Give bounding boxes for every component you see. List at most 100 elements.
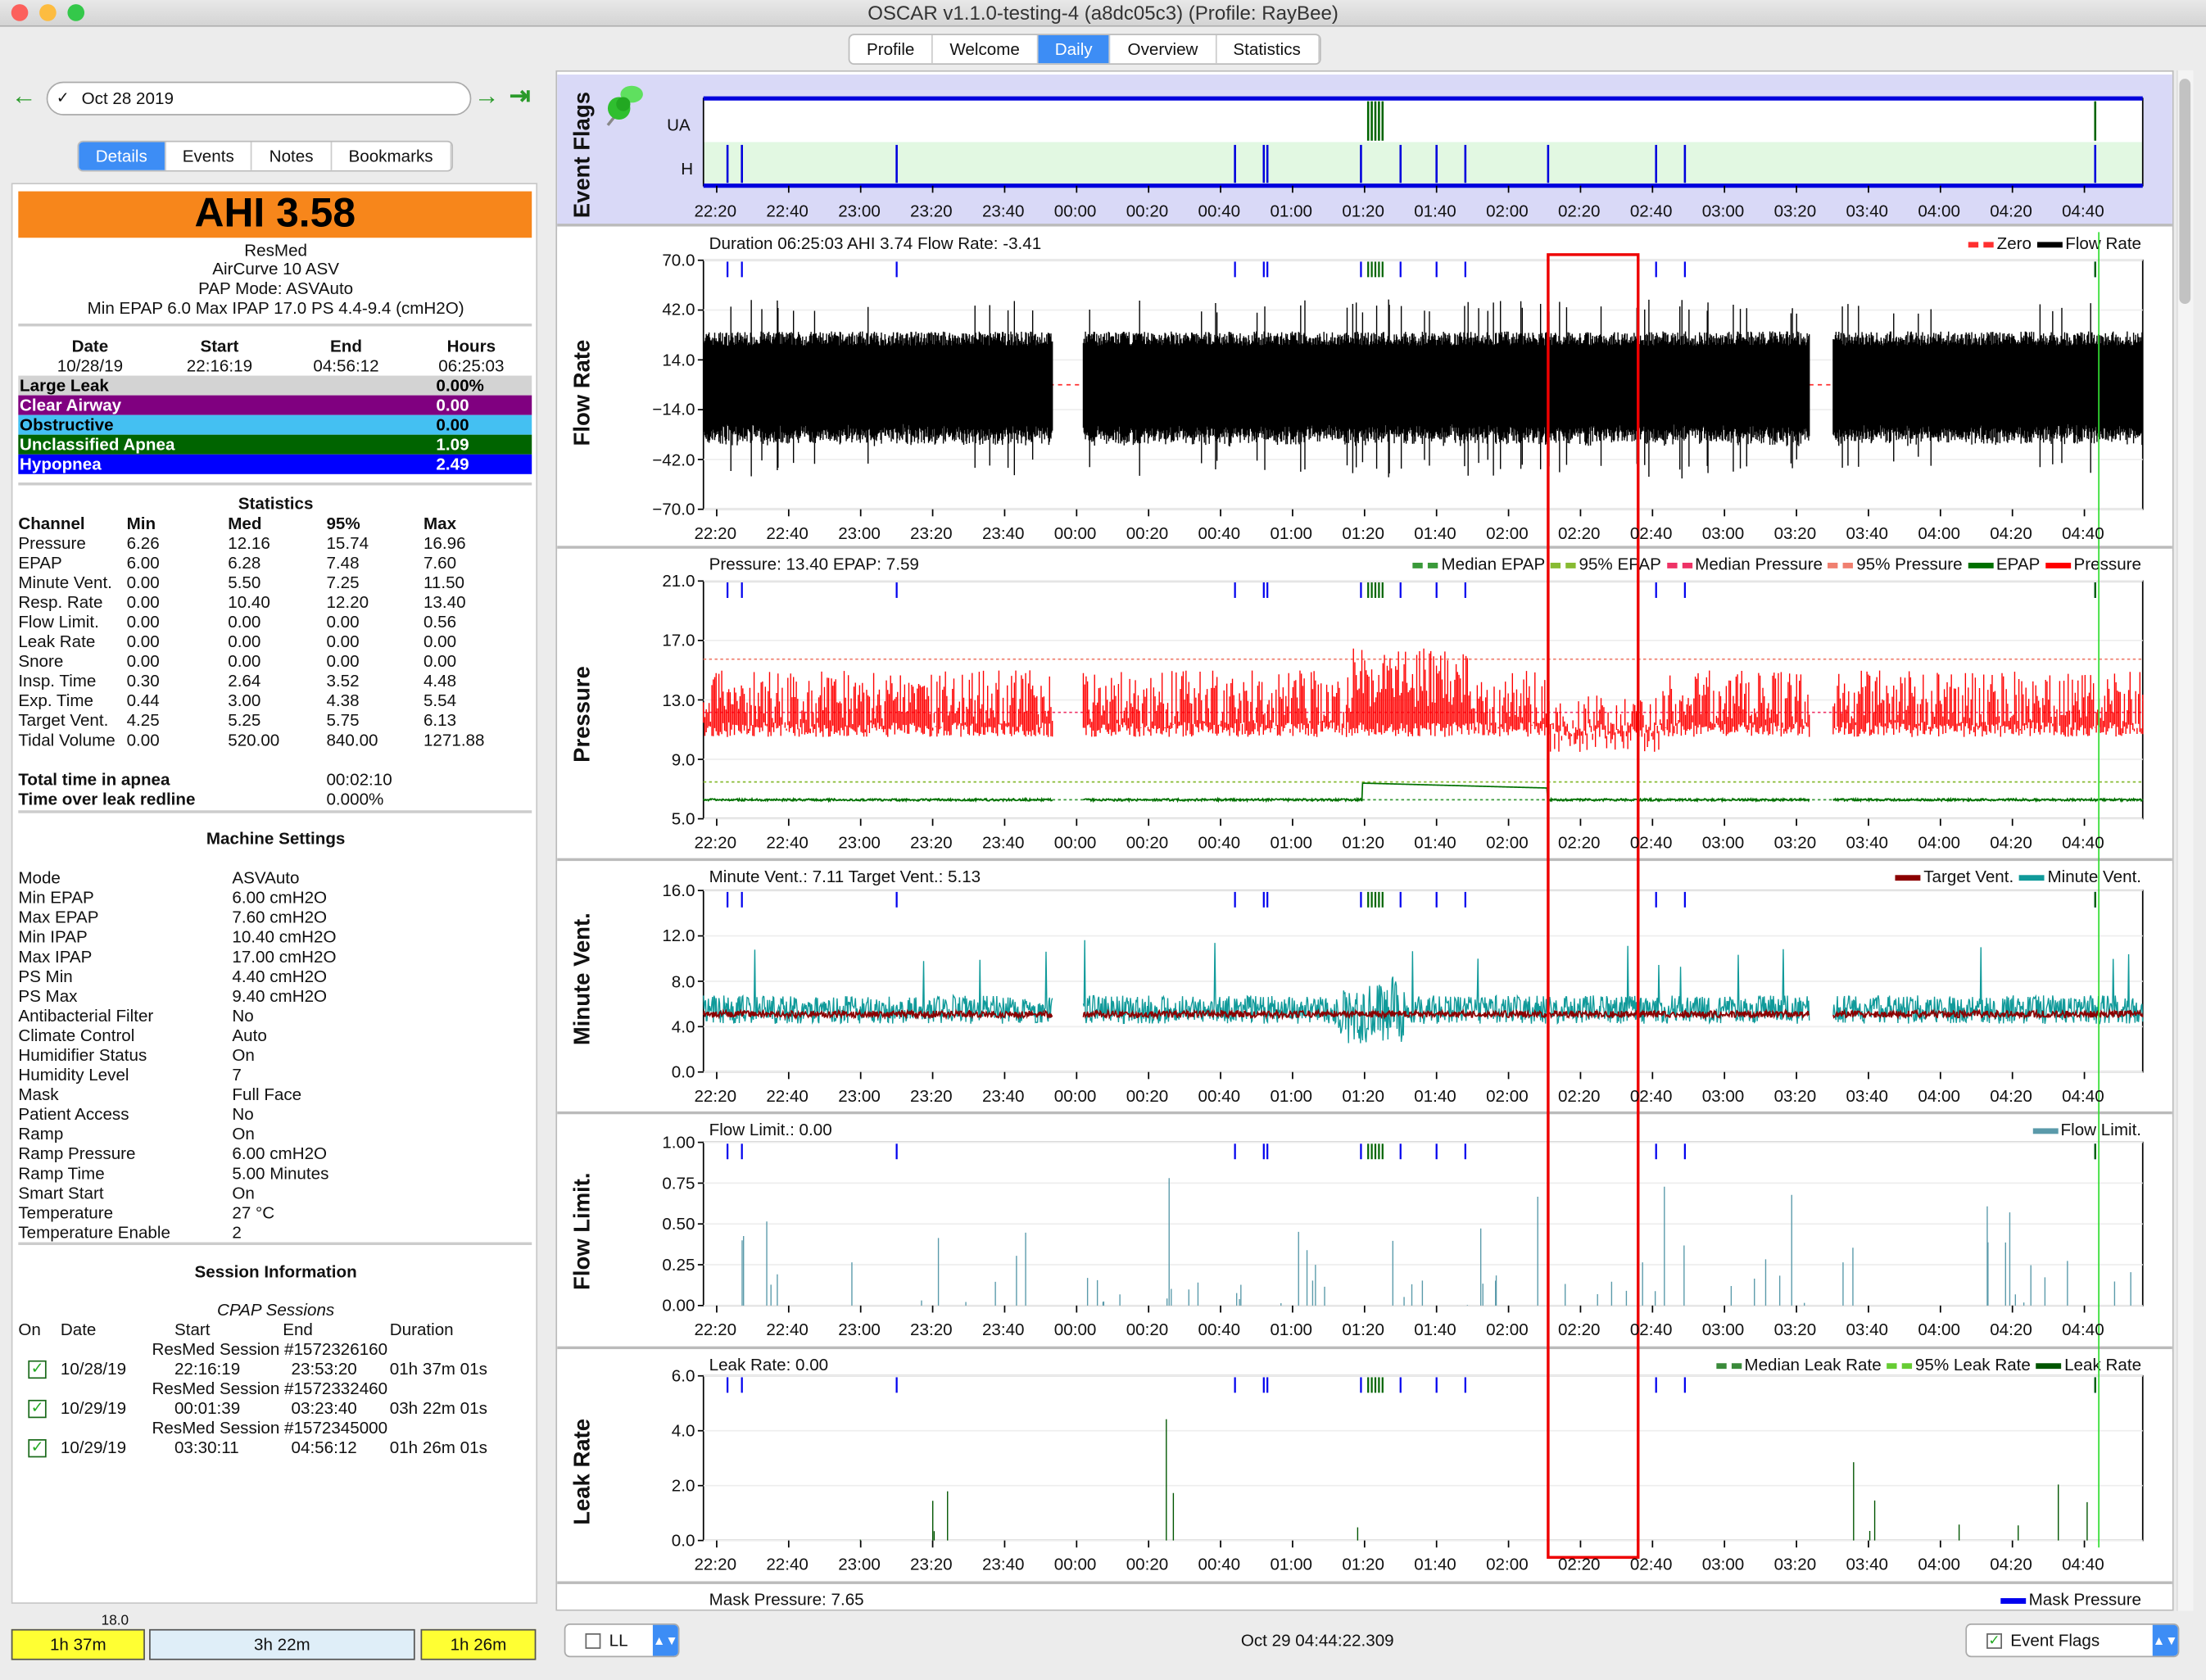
scrollbar-thumb[interactable] xyxy=(2179,79,2191,304)
x-tick-label: 04:40 xyxy=(2062,1085,2104,1106)
session-date: 10/29/19 xyxy=(60,1398,127,1419)
y-tick-label: 0.50 xyxy=(662,1214,695,1234)
x-tick-label: 02:20 xyxy=(1557,832,1601,853)
x-tick-label: 03:20 xyxy=(1773,1085,1817,1106)
x-tick-label: 04:00 xyxy=(1918,1085,1960,1106)
arrow-left-icon[interactable]: ← xyxy=(11,82,37,111)
tab-statistics[interactable]: Statistics xyxy=(1216,34,1320,64)
session-date: 10/29/19 xyxy=(60,1438,127,1458)
legend-item: 95% Leak Rate xyxy=(1887,1355,2031,1374)
y-tick-label: 16.0 xyxy=(662,881,695,901)
legend-item: Flow Limit. xyxy=(2032,1120,2141,1139)
setting-label: Max EPAP xyxy=(18,907,99,927)
graph-legend: Mask Pressure xyxy=(2000,1590,2141,1610)
ll-checkbox[interactable] xyxy=(585,1633,601,1650)
date-picker[interactable]: ✓ Oct 28 2019 xyxy=(46,81,472,115)
subtab-details[interactable]: Details xyxy=(79,142,166,170)
stat-channel: Leak Rate xyxy=(18,632,96,652)
setting-label: Mode xyxy=(18,867,61,888)
event-value: 0.00 xyxy=(436,414,469,435)
arrow-right-icon[interactable]: → xyxy=(474,82,500,111)
summary-header: Hours xyxy=(446,336,496,356)
x-tick-label: 04:00 xyxy=(1918,832,1960,853)
ll-combo[interactable]: LL ▲▼ xyxy=(564,1623,680,1658)
session-enabled-checkbox[interactable]: ✓ xyxy=(28,1360,47,1379)
chevron-down-icon: ✓ xyxy=(56,89,70,107)
setting-value: 10.40 cmH2O xyxy=(232,926,337,947)
stat-value: 7.25 xyxy=(326,573,360,593)
stat-value: 6.28 xyxy=(228,552,261,573)
session-duration: 01h 37m 01s xyxy=(389,1359,487,1379)
session-header: Date xyxy=(60,1320,97,1340)
setting-label: PS Min xyxy=(18,966,73,986)
session-enabled-checkbox[interactable]: ✓ xyxy=(28,1439,47,1458)
subtab-notes[interactable]: Notes xyxy=(252,142,332,170)
summary-header: Date xyxy=(71,336,109,356)
legend-item: Leak Rate xyxy=(2036,1355,2141,1374)
setting-label: Temperature Enable xyxy=(18,1222,170,1243)
stat-channel: Snore xyxy=(18,651,64,672)
x-tick-label: 00:40 xyxy=(1198,201,1241,221)
session-bar-segment[interactable]: 3h 22m xyxy=(149,1628,415,1660)
x-tick-label: 01:20 xyxy=(1342,523,1384,543)
h-row-label: H xyxy=(681,159,694,179)
subtab-bookmarks[interactable]: Bookmarks xyxy=(332,142,451,170)
stat-value: 15.74 xyxy=(326,532,369,553)
x-tick-label: 01:00 xyxy=(1270,832,1313,853)
x-tick-label: 02:40 xyxy=(1629,523,1673,543)
graph-header: Minute Vent.: 7.11 Target Vent.: 5.13 xyxy=(709,866,981,887)
stat-value: 5.54 xyxy=(423,691,457,711)
pushpin-icon xyxy=(600,80,643,126)
x-tick-label: 00:00 xyxy=(1053,1085,1097,1106)
x-tick-label: 01:40 xyxy=(1414,523,1456,543)
cpap-sessions-subtitle: CPAP Sessions xyxy=(217,1299,335,1320)
legend-label: 95% Leak Rate xyxy=(1914,1354,2031,1374)
legend-swatch xyxy=(2036,242,2063,247)
x-tick-label: 23:20 xyxy=(910,1554,953,1574)
x-tick-label: 00:00 xyxy=(1053,201,1097,221)
x-tick-label: 02:20 xyxy=(1557,523,1601,543)
legend-swatch xyxy=(1887,1362,1913,1369)
oscar-window: OSCAR v1.1.0-testing-4 (a8dc05c3) (Profi… xyxy=(0,0,2206,1680)
setting-label: Temperature xyxy=(18,1202,114,1223)
x-tick-label: 00:00 xyxy=(1053,1554,1097,1574)
stat-value: 4.25 xyxy=(126,710,160,731)
setting-value: 6.00 cmH2O xyxy=(232,1143,328,1164)
stat-value: 7.60 xyxy=(423,552,457,573)
setting-value: 7.60 cmH2O xyxy=(232,907,328,927)
total-label: Total time in apnea xyxy=(18,769,170,790)
summary-header: End xyxy=(330,336,362,356)
session-bar: 1h 37m 3h 22m 1h 26m xyxy=(7,1625,539,1664)
stat-value: 5.25 xyxy=(228,710,261,731)
event-label: Obstructive xyxy=(20,414,114,435)
x-tick-label: 00:20 xyxy=(1126,1554,1169,1574)
close-window-button[interactable] xyxy=(11,4,29,21)
x-tick-label: 00:00 xyxy=(1053,1320,1097,1340)
x-tick-label: 03:40 xyxy=(1846,1554,1889,1574)
x-tick-label: 04:00 xyxy=(1918,523,1960,543)
y-tick-label: 0.0 xyxy=(671,1530,695,1551)
legend-item: Zero xyxy=(1968,233,2032,253)
legend-item: 95% Pressure xyxy=(1828,555,1963,574)
tab-welcome[interactable]: Welcome xyxy=(933,34,1039,64)
event-flags-combo[interactable]: ✓ Event Flags ▲▼ xyxy=(1965,1623,2180,1658)
tab-daily[interactable]: Daily xyxy=(1038,34,1111,64)
tab-overview[interactable]: Overview xyxy=(1111,34,1216,64)
session-bar-segment[interactable]: 1h 37m xyxy=(11,1628,145,1660)
legend-swatch xyxy=(2032,1128,2059,1134)
x-tick-label: 02:20 xyxy=(1557,1085,1601,1106)
subtab-events[interactable]: Events xyxy=(165,142,253,170)
session-bar-segment[interactable]: 1h 26m xyxy=(420,1628,537,1660)
minimize-window-button[interactable] xyxy=(39,4,57,21)
stat-value: 0.56 xyxy=(423,612,457,632)
arrow-right-bar-icon[interactable]: ⇥ xyxy=(510,82,531,111)
tab-profile[interactable]: Profile xyxy=(849,34,933,64)
x-tick-label: 03:20 xyxy=(1773,832,1817,853)
zoom-window-button[interactable] xyxy=(67,4,85,21)
graph-label: Minute Vent. xyxy=(571,912,596,1046)
event-flags-checkbox[interactable]: ✓ xyxy=(1986,1633,2003,1650)
session-enabled-checkbox[interactable]: ✓ xyxy=(28,1399,47,1419)
x-tick-label: 00:20 xyxy=(1126,201,1169,221)
setting-value: ASVAuto xyxy=(232,867,300,888)
event-value: 0.00% xyxy=(436,375,484,396)
